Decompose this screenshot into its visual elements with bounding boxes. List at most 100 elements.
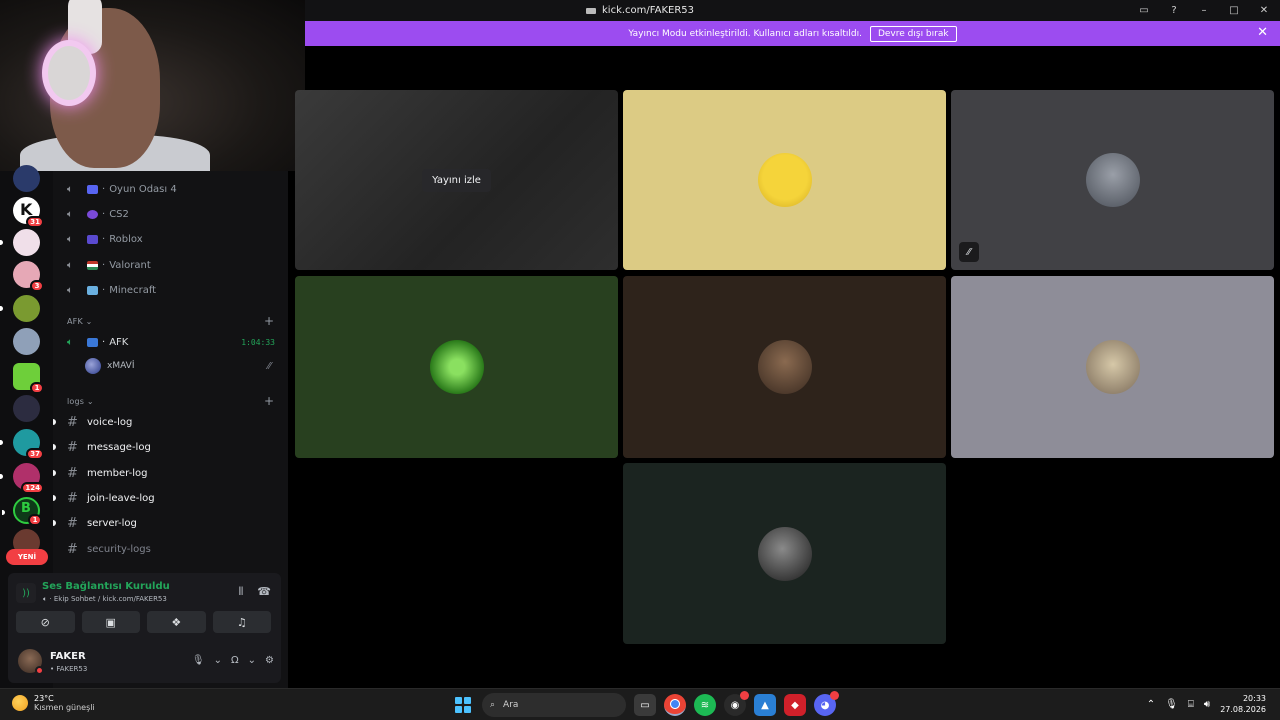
participant-tile[interactable] xyxy=(623,463,946,644)
hash-icon: # xyxy=(67,541,78,557)
server-anime-icon[interactable]: 3 xyxy=(13,261,44,292)
taskbar-apps: ⌕ Ara ▭ ≋ ◉ ▲ ◆ ◕ xyxy=(452,691,839,717)
activities-button[interactable]: ❖ xyxy=(147,611,206,633)
red-app-icon[interactable]: ◆ xyxy=(784,694,806,716)
member-avatar xyxy=(85,358,101,374)
speaker-icon: 🔈︎ xyxy=(67,259,73,271)
hash-icon: # xyxy=(67,465,78,481)
headphone-chevron-down-icon[interactable]: ⌄ xyxy=(248,655,256,666)
server-nexus-icon[interactable] xyxy=(13,395,40,422)
voice-status[interactable]: Ses Bağlantısı Kuruldu xyxy=(42,581,170,592)
network-icon[interactable]: ⌸ xyxy=(1188,699,1194,710)
help-icon[interactable]: ? xyxy=(1166,5,1182,16)
server-red-icon[interactable]: 124 xyxy=(0,463,44,494)
banner-close-icon[interactable]: ✕ xyxy=(1257,25,1268,40)
temperature: 23°C xyxy=(34,694,54,703)
server-kick-icon[interactable]: K 31 xyxy=(13,197,44,228)
voice-channel[interactable]: 🔈︎ · Valorant xyxy=(53,255,288,275)
mic-chevron-down-icon[interactable]: ⌄ xyxy=(214,655,222,666)
hash-icon: # xyxy=(67,439,78,455)
text-channel[interactable]: # server-log xyxy=(53,512,288,534)
settings-gear-icon[interactable]: ⚙ xyxy=(265,655,274,666)
notification-dot xyxy=(740,691,749,700)
server-leaf-icon[interactable] xyxy=(0,295,40,322)
server-pink-icon[interactable] xyxy=(0,229,40,256)
clock[interactable]: 20:33 27.08.2026 xyxy=(1220,693,1266,715)
server-teal-icon[interactable]: 37 xyxy=(0,429,44,460)
photos-icon[interactable]: ▲ xyxy=(754,694,776,716)
voice-channel-path[interactable]: 🔈︎ · Ekip Sohbet / kick.com/FAKER53 xyxy=(43,595,167,604)
microphone-tray-icon[interactable]: 🎙︎ xyxy=(1165,699,1178,710)
unread-dot xyxy=(53,419,56,425)
server-unread-pill xyxy=(2,510,5,515)
server-icon-top[interactable] xyxy=(13,165,40,192)
tab-favicon-icon xyxy=(586,7,596,14)
maximize-icon[interactable]: □ xyxy=(1226,5,1242,16)
category-logs[interactable]: logs ⌄ xyxy=(67,397,94,406)
screen-share-button[interactable]: ▣ xyxy=(81,611,140,633)
server-cube-icon[interactable]: 1 xyxy=(13,363,44,394)
voice-member[interactable]: xMAVİ ⁄⁄ xyxy=(85,356,285,376)
channel-name: server-log xyxy=(87,517,137,529)
speaker-icon: 🔈︎ xyxy=(67,208,73,220)
weather-widget[interactable]: 23°C Kısmen güneşli xyxy=(12,694,95,712)
participant-tile[interactable] xyxy=(623,90,946,270)
add-channel-icon[interactable]: + xyxy=(264,394,274,408)
taskbar-search[interactable]: ⌕ Ara xyxy=(482,693,626,717)
voice-channel[interactable]: 🔈︎ · Minecraft xyxy=(53,280,288,300)
server-unread-pill xyxy=(0,306,3,311)
disconnect-icon[interactable]: ☎ xyxy=(257,585,271,599)
file-explorer-icon[interactable]: ▭ xyxy=(634,694,656,716)
stream-tile[interactable]: Yayını izle xyxy=(295,90,618,270)
soundboard-button[interactable]: ♫ xyxy=(212,611,271,633)
channel-name: Roblox xyxy=(109,233,143,245)
headphones-icon[interactable]: Ω xyxy=(231,655,239,666)
server-unread-pill xyxy=(0,240,3,245)
disable-streamer-mode-button[interactable]: Devre dışı bırak xyxy=(869,25,957,42)
muted-icon: ⁄⁄ xyxy=(959,242,979,262)
start-button[interactable] xyxy=(452,694,474,716)
voice-channel[interactable]: 🔈︎ · Oyun Odası 4 xyxy=(53,179,288,199)
server-alien-icon[interactable] xyxy=(13,328,40,355)
voice-channel-afk[interactable]: 🔈︎ · AFK 1:04:33 xyxy=(53,332,288,352)
noise-suppression-icon[interactable]: ⦀ xyxy=(238,585,243,599)
text-channel[interactable]: # member-log xyxy=(53,462,288,484)
channel-emoji-icon xyxy=(87,260,98,270)
chrome-icon[interactable] xyxy=(664,694,686,716)
steam-icon[interactable]: ◉ xyxy=(724,691,749,716)
afk-timer: 1:04:33 xyxy=(241,337,275,347)
microphone-icon[interactable]: 🎙︎ xyxy=(192,655,205,666)
channel-emoji-icon xyxy=(87,285,98,295)
user-avatar[interactable] xyxy=(18,649,44,675)
participant-tile[interactable] xyxy=(295,276,618,458)
channel-name: Valorant xyxy=(109,259,151,271)
signal-icon[interactable]: )) xyxy=(16,583,36,603)
spotify-icon[interactable]: ≋ xyxy=(694,694,716,716)
volume-icon[interactable]: 🔊︎ xyxy=(1204,699,1210,710)
weather-text: Kısmen güneşli xyxy=(34,703,95,712)
add-channel-icon[interactable]: + xyxy=(264,314,274,328)
participant-tile[interactable] xyxy=(951,276,1274,458)
new-servers-badge[interactable]: YENİ xyxy=(6,549,48,565)
inbox-icon[interactable]: ▭ xyxy=(1136,5,1152,16)
system-tray: ⌃ 🎙︎ ⌸ 🔊︎ 20:33 27.08.2026 xyxy=(1147,693,1266,715)
text-channel[interactable]: # voice-log xyxy=(53,411,288,433)
chevron-up-icon[interactable]: ⌃ xyxy=(1147,699,1155,710)
voice-channel[interactable]: 🔈︎ · Roblox xyxy=(53,229,288,249)
text-channel[interactable]: # join-leave-log xyxy=(53,487,288,509)
participant-tile[interactable] xyxy=(623,276,946,458)
text-channel[interactable]: # security-logs xyxy=(53,538,288,560)
watch-stream-button[interactable]: Yayını izle xyxy=(422,168,491,192)
category-afk[interactable]: AFK ⌄ xyxy=(67,317,93,326)
server-b-icon[interactable]: B 1 xyxy=(2,497,42,526)
voice-channel[interactable]: 🔈︎ · CS2 xyxy=(53,204,288,224)
voice-buttons: ⊘ ▣ ❖ ♫ xyxy=(16,611,271,633)
voice-actions: ⦀ ☎ xyxy=(238,585,271,599)
close-icon[interactable]: ✕ xyxy=(1256,5,1272,16)
minimize-icon[interactable]: – xyxy=(1196,5,1212,16)
camera-off-button[interactable]: ⊘ xyxy=(16,611,75,633)
participant-tile[interactable]: ⁄⁄ xyxy=(951,90,1274,270)
discord-icon[interactable]: ◕ xyxy=(814,691,839,716)
text-channel[interactable]: # message-log xyxy=(53,436,288,458)
user-name[interactable]: FAKER xyxy=(50,651,86,662)
